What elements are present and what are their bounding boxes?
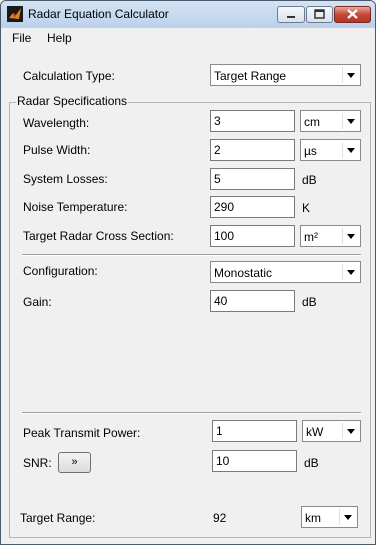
snr-toggle-button[interactable]: »	[58, 452, 91, 473]
target-range-unit-value: km	[305, 511, 321, 525]
chevron-down-icon	[342, 142, 358, 158]
maximize-icon	[314, 9, 325, 19]
rcs-input[interactable]: 100	[210, 225, 295, 247]
menu-bar: File Help	[1, 28, 375, 48]
rcs-label: Target Radar Cross Section:	[23, 229, 174, 243]
system-losses-input[interactable]: 5	[210, 168, 295, 190]
gain-unit: dB	[302, 295, 317, 309]
pulse-width-input[interactable]: 2	[210, 139, 295, 161]
gain-input[interactable]: 40	[210, 290, 295, 312]
configuration-label: Configuration:	[23, 264, 98, 278]
chevron-down-icon	[342, 423, 358, 439]
pulse-width-unit-select[interactable]: µs	[300, 139, 361, 161]
title-bar: Radar Equation Calculator	[1, 1, 375, 27]
system-losses-unit: dB	[302, 173, 317, 187]
chevron-down-icon	[339, 509, 355, 525]
main-content: Calculation Type: Target Range Radar Spe…	[1, 48, 375, 544]
close-icon	[347, 9, 358, 19]
configuration-select[interactable]: Monostatic	[210, 261, 361, 283]
peak-power-input[interactable]: 1	[212, 420, 297, 442]
menu-help[interactable]: Help	[47, 31, 72, 45]
target-range-label: Target Range:	[20, 511, 96, 525]
close-button[interactable]	[334, 6, 371, 23]
system-losses-label: System Losses:	[23, 172, 108, 186]
configuration-value: Monostatic	[214, 266, 273, 280]
separator	[22, 254, 361, 256]
snr-label: SNR:	[23, 456, 52, 470]
wavelength-unit-select[interactable]: cm	[300, 110, 361, 132]
rcs-unit-value: m²	[304, 230, 318, 244]
peak-power-unit-select[interactable]: kW	[302, 420, 361, 442]
radar-specs-title: Radar Specifications	[16, 94, 129, 108]
noise-temp-label: Noise Temperature:	[23, 200, 128, 214]
chevron-down-icon	[342, 113, 358, 129]
noise-temp-input[interactable]: 290	[210, 196, 295, 218]
snr-input[interactable]: 10	[212, 450, 297, 472]
snr-unit: dB	[304, 456, 319, 470]
app-window: Radar Equation Calculator File Help Calc…	[0, 0, 376, 545]
window-title: Radar Equation Calculator	[28, 7, 169, 21]
chevron-down-icon	[342, 264, 358, 280]
pulse-width-unit-value: µs	[304, 144, 317, 158]
maximize-button[interactable]	[306, 6, 333, 23]
target-range-unit-select[interactable]: km	[301, 506, 358, 528]
chevron-down-icon	[342, 228, 358, 244]
peak-power-unit-value: kW	[306, 425, 324, 439]
matlab-icon	[7, 6, 23, 22]
wavelength-input[interactable]: 3	[210, 110, 295, 132]
calc-type-label: Calculation Type:	[23, 69, 115, 83]
minimize-icon	[287, 16, 295, 18]
gain-label: Gain:	[23, 295, 52, 309]
calc-type-value: Target Range	[214, 69, 287, 83]
peak-power-label: Peak Transmit Power:	[23, 426, 141, 440]
wavelength-label: Wavelength:	[23, 116, 90, 130]
rcs-unit-select[interactable]: m²	[300, 225, 361, 247]
noise-temp-unit: K	[302, 201, 311, 215]
wavelength-unit-value: cm	[304, 115, 320, 129]
menu-file[interactable]: File	[12, 31, 31, 45]
chevron-down-icon	[342, 67, 358, 83]
target-range-value: 92	[213, 511, 227, 525]
calc-type-select[interactable]: Target Range	[210, 64, 361, 86]
minimize-button[interactable]	[277, 6, 305, 23]
pulse-width-label: Pulse Width:	[23, 143, 91, 157]
separator	[22, 412, 361, 414]
